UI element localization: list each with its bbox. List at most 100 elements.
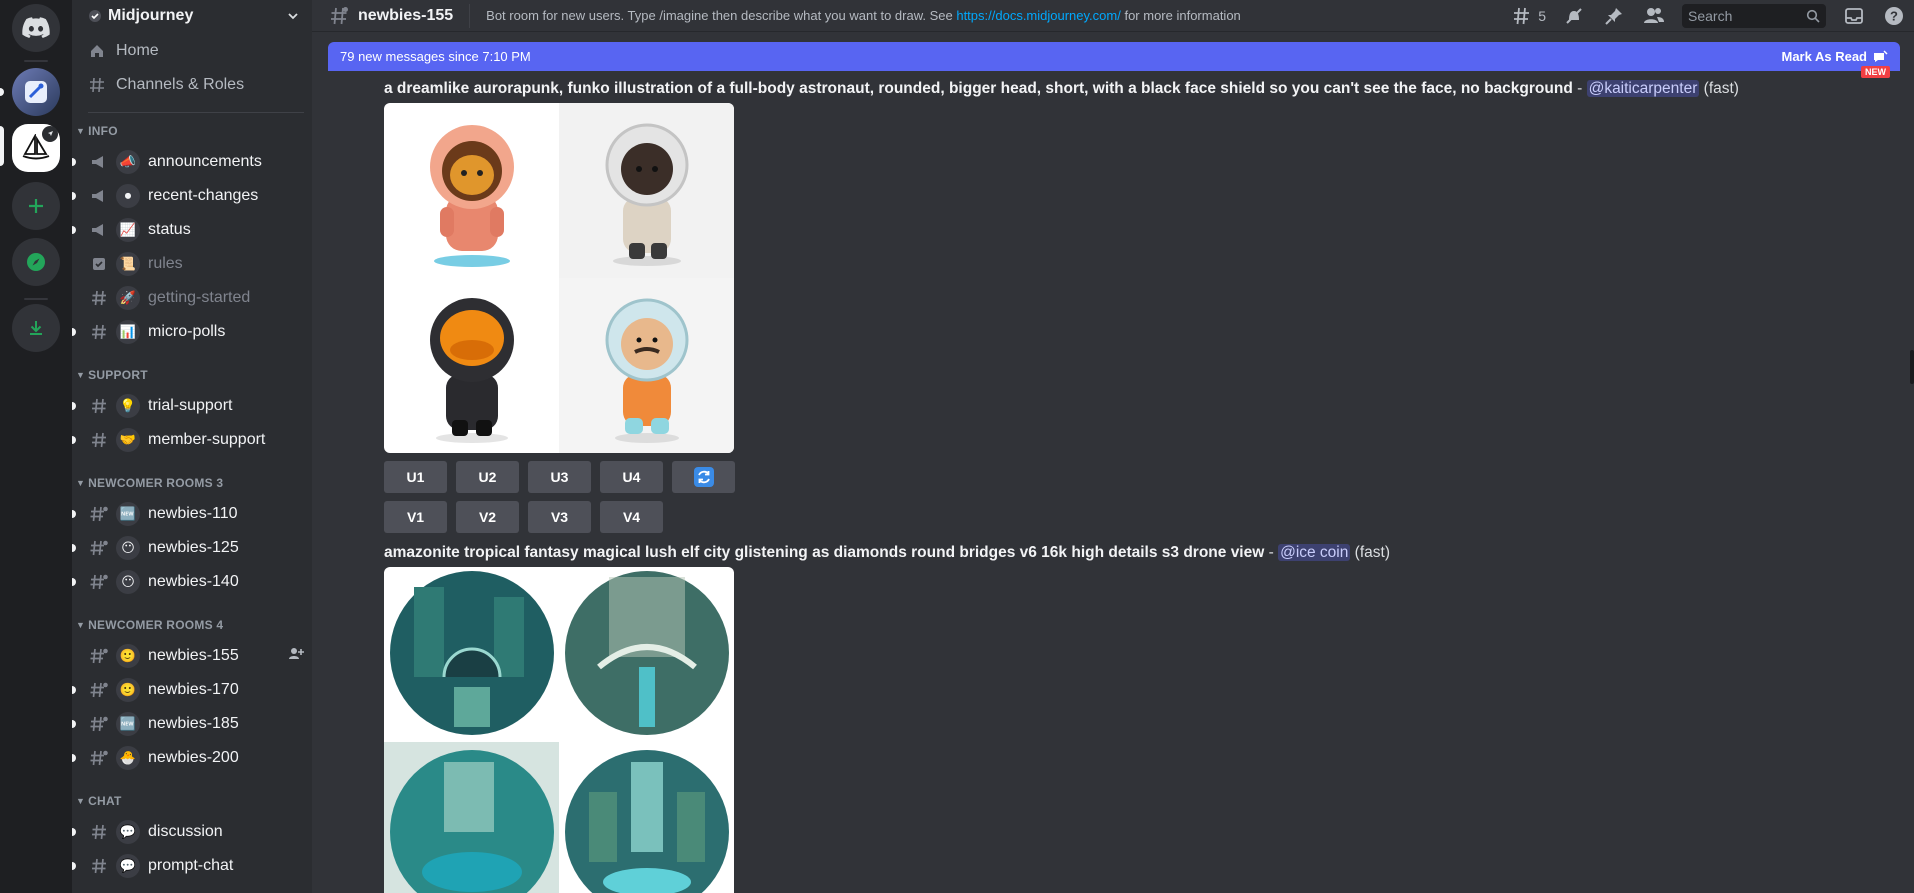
sidebar-item-newbies-170[interactable]: 🙂 newbies-170	[72, 673, 312, 707]
user-mention[interactable]: @ice coin	[1278, 544, 1351, 561]
image-tile[interactable]	[384, 278, 559, 453]
astronaut-white-image	[605, 123, 689, 266]
mark-as-read-button[interactable]: Mark As Read	[1782, 49, 1889, 64]
svg-text:?: ?	[1890, 9, 1898, 24]
category-label: NEWCOMER ROOMS 3	[88, 476, 224, 490]
category-header[interactable]: ▼ INFO	[72, 123, 312, 139]
inbox-button[interactable]	[1842, 4, 1866, 28]
image-tile[interactable]	[559, 278, 734, 453]
image-tile[interactable]	[559, 742, 734, 893]
explore-servers-button[interactable]	[12, 238, 60, 286]
sidebar-item-newbies-200[interactable]: 🐣 newbies-200	[72, 741, 312, 775]
member-list-button[interactable]	[1642, 4, 1666, 28]
category-header[interactable]: ▼ SUPPORT	[72, 367, 312, 383]
variation-2-button[interactable]: V2	[456, 501, 519, 533]
sidebar-item-channels-roles[interactable]: Channels & Roles	[72, 68, 312, 102]
prompt-text: amazonite tropical fantasy magical lush …	[384, 544, 1265, 561]
download-apps-button[interactable]	[12, 304, 60, 352]
user-mention[interactable]: @kaiticarpenter	[1586, 80, 1700, 97]
upscale-2-button[interactable]: U2	[456, 461, 519, 493]
topic-text-suffix: for more information	[1120, 8, 1241, 23]
image-tile[interactable]	[384, 567, 559, 742]
image-grid-2[interactable]	[384, 567, 734, 893]
sidebar-item-rules[interactable]: 📜 rules	[72, 247, 312, 281]
sidebar-item-prompt-chat[interactable]: 💬 prompt-chat	[72, 849, 312, 883]
new-flag-badge: NEW	[1861, 66, 1890, 78]
sidebar-item-newbies-125[interactable]: 😶 newbies-125	[72, 531, 312, 565]
channel-emoji-icon: 💬	[116, 854, 140, 878]
sidebar-item-status[interactable]: 📈 status	[72, 213, 312, 247]
new-messages-text: 79 new messages since 7:10 PM	[340, 49, 531, 64]
sidebar-item-home[interactable]: Home	[72, 34, 312, 68]
sidebar-item-newbies-110[interactable]: 🆕 newbies-110	[72, 497, 312, 531]
channel-emoji-icon: 🚀	[116, 286, 140, 310]
channel-emoji-icon: 📈	[116, 218, 140, 242]
variation-4-button[interactable]: V4	[600, 501, 663, 533]
image-grid-1[interactable]	[384, 103, 734, 453]
variation-buttons: V1 V2 V3 V4	[384, 501, 672, 533]
discord-app: Midjourney Home Channels & Roles ▼ INFO 📣 a…	[0, 0, 1914, 893]
scrollbar-thumb[interactable]	[1910, 350, 1914, 384]
rules-icon	[88, 254, 110, 274]
unread-indicator	[72, 328, 76, 336]
rail-separator	[24, 60, 48, 62]
text-channel-icon	[88, 856, 110, 876]
pinned-messages-button[interactable]	[1602, 4, 1626, 28]
sidebar-item-recent-changes[interactable]: ⏺ recent-changes	[72, 179, 312, 213]
forum-channel-icon	[88, 748, 110, 768]
search-input[interactable]: Search	[1682, 4, 1826, 28]
help-button[interactable]: ?	[1882, 4, 1906, 28]
text-channel-icon	[331, 6, 348, 24]
unread-indicator	[72, 578, 76, 586]
mark-read-icon	[1874, 49, 1888, 62]
sidebar-item-newbies-155[interactable]: 🙂 newbies-155	[72, 639, 312, 673]
elf-city-image	[565, 750, 729, 893]
variation-3-button[interactable]: V3	[528, 501, 591, 533]
sidebar-item-micro-polls[interactable]: 📊 micro-polls	[72, 315, 312, 349]
category-header[interactable]: ▼ NEWCOMER ROOMS 3	[72, 475, 312, 491]
channel-emoji-icon: 😶	[116, 570, 140, 594]
sidebar-item-newbies-140[interactable]: 😶 newbies-140	[72, 565, 312, 599]
image-tile[interactable]	[384, 103, 559, 278]
message-content: a dreamlike aurorapunk, funko illustrati…	[384, 80, 1739, 98]
server-art-icon	[25, 81, 47, 103]
text-channel-icon	[88, 288, 110, 308]
new-messages-bar[interactable]: 79 new messages since 7:10 PM Mark As Re…	[328, 42, 1900, 71]
threads-icon	[1514, 7, 1530, 25]
threads-button[interactable]	[1510, 4, 1534, 28]
discord-home-button[interactable]	[12, 4, 60, 52]
sidebar-item-announcements[interactable]: 📣 announcements	[72, 145, 312, 179]
server-icon-custom[interactable]	[12, 68, 60, 116]
unread-indicator	[72, 754, 76, 762]
forum-channel-icon	[88, 714, 110, 734]
unread-indicator	[72, 510, 76, 518]
channel-title: newbies-155	[358, 6, 454, 24]
channel-emoji-icon: 🙂	[116, 644, 140, 668]
notification-settings-button[interactable]	[1562, 4, 1586, 28]
upscale-3-button[interactable]: U3	[528, 461, 591, 493]
reroll-button[interactable]	[672, 461, 735, 493]
verified-check-icon	[89, 10, 101, 22]
sidebar-item-getting-started[interactable]: 🚀 getting-started	[72, 281, 312, 315]
add-member-icon[interactable]	[288, 646, 304, 667]
category-header[interactable]: ▼ CHAT	[72, 793, 312, 809]
upscale-4-button[interactable]: U4	[600, 461, 663, 493]
image-tile[interactable]	[559, 103, 734, 278]
channel-emoji-icon: 🆕	[116, 502, 140, 526]
upscale-1-button[interactable]: U1	[384, 461, 447, 493]
image-tile[interactable]	[559, 567, 734, 742]
mode-label: (fast)	[1350, 544, 1390, 561]
chevron-down-icon: ▼	[76, 126, 86, 136]
sidebar-item-member-support[interactable]: 🤝 member-support	[72, 423, 312, 457]
server-header[interactable]: Midjourney	[72, 0, 312, 32]
sidebar-item-trial-support[interactable]: 💡 trial-support	[72, 389, 312, 423]
image-tile[interactable]	[384, 742, 559, 893]
sidebar-item-newbies-185[interactable]: 🆕 newbies-185	[72, 707, 312, 741]
variation-1-button[interactable]: V1	[384, 501, 447, 533]
add-server-button[interactable]	[12, 182, 60, 230]
message-2: amazonite tropical fantasy magical lush …	[384, 544, 1390, 562]
category-header[interactable]: ▼ NEWCOMER ROOMS 4	[72, 617, 312, 633]
sidebar-item-discussion[interactable]: 💬 discussion	[72, 815, 312, 849]
docs-link[interactable]: https://docs.midjourney.com/	[956, 8, 1121, 23]
elf-city-image	[390, 750, 554, 893]
